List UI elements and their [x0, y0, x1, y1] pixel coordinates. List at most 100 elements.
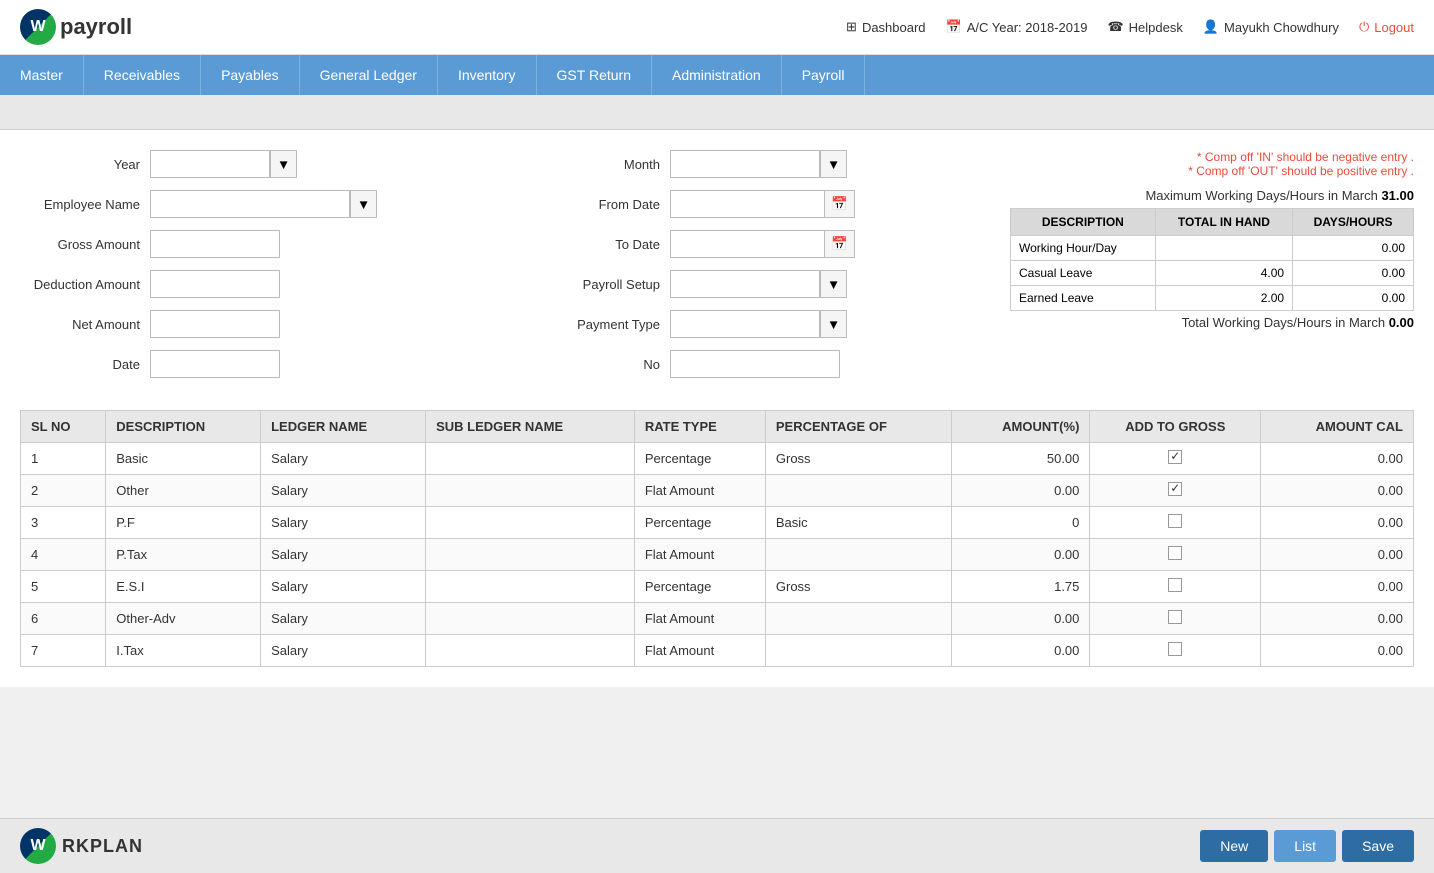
nav-administration[interactable]: Administration [652, 55, 782, 95]
row-rate-type-6: Flat Amount [634, 635, 765, 667]
add-gross-checkbox-6[interactable] [1168, 642, 1182, 656]
net-input[interactable]: 0.00 [150, 310, 280, 338]
col-amount: AMOUNT(%) [951, 411, 1089, 443]
nav-payroll[interactable]: Payroll [782, 55, 866, 95]
row-sub-ledger-2 [426, 507, 635, 539]
comp-total-1: 4.00 [1155, 261, 1292, 286]
employee-input[interactable]: sandeep Das(EMP002) [150, 190, 350, 218]
row-desc-4: E.S.I [106, 571, 261, 603]
row-rate-type-2: Percentage [634, 507, 765, 539]
navigation: Master Receivables Payables General Ledg… [0, 55, 1434, 95]
row-rate-type-5: Flat Amount [634, 603, 765, 635]
row-add-gross-6 [1090, 635, 1261, 667]
nav-master[interactable]: Master [0, 55, 84, 95]
table-row: 3 P.F Salary Percentage Basic 0 0.00 [21, 507, 1414, 539]
add-gross-checkbox-2[interactable] [1168, 514, 1182, 528]
logout-icon: ⏻ [1359, 19, 1369, 35]
from-date-input[interactable]: 01/03/2019 [670, 190, 825, 218]
dashboard-link[interactable]: ⊞ Dashboard [846, 19, 926, 35]
calendar-icon: 📅 [946, 19, 962, 35]
comp-table-wrap: DESCRIPTION TOTAL IN HAND DAYS/HOURS Wor… [1010, 208, 1414, 311]
month-input-wrap: March ▼ [670, 150, 847, 178]
comp-col-description: DESCRIPTION [1011, 209, 1156, 236]
payment-type-dropdown-btn[interactable]: ▼ [820, 310, 847, 338]
row-ledger-2: Salary [261, 507, 426, 539]
month-label: Month [540, 157, 670, 172]
from-date-calendar-btn[interactable]: 📅 [825, 190, 855, 218]
month-input[interactable]: March [670, 150, 820, 178]
year-dropdown-btn[interactable]: ▼ [270, 150, 297, 178]
nav-general-ledger[interactable]: General Ledger [300, 55, 438, 95]
nav-inventory[interactable]: Inventory [438, 55, 537, 95]
net-label: Net Amount [20, 317, 150, 332]
row-add-gross-3 [1090, 539, 1261, 571]
row-ledger-0: Salary [261, 443, 426, 475]
no-input[interactable] [670, 350, 840, 378]
nav-receivables[interactable]: Receivables [84, 55, 201, 95]
logout-link[interactable]: ⏻ Logout [1359, 19, 1414, 35]
gross-input[interactable]: 0.00 [150, 230, 280, 258]
row-rate-type-0: Percentage [634, 443, 765, 475]
payment-type-row: Payment Type Select ▼ [540, 310, 970, 338]
add-gross-checkbox-4[interactable] [1168, 578, 1182, 592]
add-gross-checkbox-5[interactable] [1168, 610, 1182, 624]
row-amount-cal-5: 0.00 [1261, 603, 1414, 635]
table-row: 7 I.Tax Salary Flat Amount 0.00 0.00 [21, 635, 1414, 667]
list-button[interactable]: List [1274, 830, 1336, 862]
header-right: ⊞ Dashboard 📅 A/C Year: 2018-2019 ☎ Help… [846, 19, 1414, 35]
dashboard-icon: ⊞ [846, 19, 857, 35]
table-row: 4 P.Tax Salary Flat Amount 0.00 0.00 [21, 539, 1414, 571]
employee-dropdown-btn[interactable]: ▼ [350, 190, 377, 218]
month-dropdown-btn[interactable]: ▼ [820, 150, 847, 178]
payroll-setup-wrap: T-01 ▼ [670, 270, 847, 298]
row-ledger-5: Salary [261, 603, 426, 635]
add-gross-checkbox-3[interactable] [1168, 546, 1182, 560]
footer: W RKPLAN New List Save [0, 818, 1434, 873]
year-input[interactable]: 2019 [150, 150, 270, 178]
comp-table-row: Casual Leave 4.00 0.00 [1011, 261, 1414, 286]
comp-total-2: 2.00 [1155, 286, 1292, 311]
payroll-setup-input[interactable]: T-01 [670, 270, 820, 298]
deduction-label: Deduction Amount [20, 277, 150, 292]
to-date-label: To Date [540, 237, 670, 252]
date-input[interactable] [150, 350, 280, 378]
deduction-input[interactable]: 0.00 [150, 270, 280, 298]
row-add-gross-4 [1090, 571, 1261, 603]
add-gross-checkbox-0[interactable] [1168, 450, 1182, 464]
comp-days-1: 0.00 [1293, 261, 1414, 286]
row-pct-of-6 [765, 635, 951, 667]
nav-gst-return[interactable]: GST Return [537, 55, 652, 95]
save-button[interactable]: Save [1342, 830, 1414, 862]
to-date-input[interactable]: 31/03/02019 [670, 230, 825, 258]
payroll-setup-dropdown-btn[interactable]: ▼ [820, 270, 847, 298]
phone-icon: ☎ [1107, 19, 1123, 35]
row-pct-of-0: Gross [765, 443, 951, 475]
row-amount-3: 0.00 [951, 539, 1089, 571]
to-date-row: To Date 31/03/02019 📅 [540, 230, 970, 258]
net-row: Net Amount 0.00 [20, 310, 500, 338]
deduction-row: Deduction Amount 0.00 [20, 270, 500, 298]
to-date-calendar-btn[interactable]: 📅 [825, 230, 855, 258]
user-profile[interactable]: 👤 Mayukh Chowdhury [1203, 19, 1339, 35]
col-amount-cal: AMOUNT CAL [1261, 411, 1414, 443]
row-rate-type-1: Flat Amount [634, 475, 765, 507]
table-row: 1 Basic Salary Percentage Gross 50.00 0.… [21, 443, 1414, 475]
nav-payables[interactable]: Payables [201, 55, 300, 95]
col-rate-type: RATE TYPE [634, 411, 765, 443]
row-sub-ledger-3 [426, 539, 635, 571]
row-amount-cal-0: 0.00 [1261, 443, 1414, 475]
add-gross-checkbox-1[interactable] [1168, 482, 1182, 496]
row-amount-1: 0.00 [951, 475, 1089, 507]
row-sub-ledger-5 [426, 603, 635, 635]
footer-logo-icon: W [20, 828, 56, 864]
new-button[interactable]: New [1200, 830, 1268, 862]
col-sub-ledger: SUB LEDGER NAME [426, 411, 635, 443]
row-rate-type-4: Percentage [634, 571, 765, 603]
comp-table-row: Earned Leave 2.00 0.00 [1011, 286, 1414, 311]
date-label: Date [20, 357, 150, 372]
footer-buttons: New List Save [1200, 830, 1414, 862]
row-desc-1: Other [106, 475, 261, 507]
helpdesk-link[interactable]: ☎ Helpdesk [1107, 19, 1182, 35]
row-amount-2: 0 [951, 507, 1089, 539]
payment-type-input[interactable]: Select [670, 310, 820, 338]
